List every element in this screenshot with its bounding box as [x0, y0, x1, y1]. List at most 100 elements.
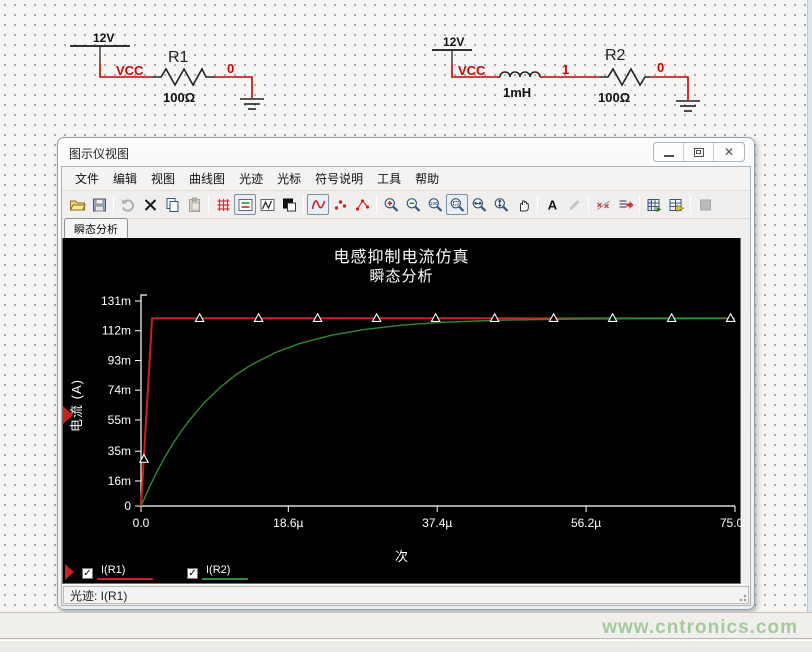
toolbar-separator: [537, 196, 538, 214]
legend: ✓ I(R1) ✓I(R2): [65, 564, 248, 580]
chart-area[interactable]: 电感抑制电流仿真 瞬态分析 131m112m93m74m55m35m16m00.…: [62, 238, 741, 584]
wire[interactable]: [650, 77, 688, 100]
save-icon[interactable]: [88, 194, 110, 215]
pan-icon[interactable]: [512, 194, 534, 215]
y-tick-label: 55m: [108, 413, 131, 427]
selected-trace-arrow-icon: [63, 406, 73, 424]
text-annotation-icon[interactable]: A: [541, 194, 563, 215]
legend-checkbox-I(R2)[interactable]: ✓: [187, 568, 198, 579]
legend-swatch: [202, 578, 248, 580]
toolbar-separator: [208, 196, 209, 214]
menu-item-edit[interactable]: 编辑: [106, 167, 144, 190]
toolbar-separator: [639, 196, 640, 214]
y-tick-label: 74m: [108, 383, 131, 397]
resistor-r1[interactable]: [152, 69, 215, 85]
toolbar-separator: [113, 196, 114, 214]
tab-transient-analysis[interactable]: 瞬态分析: [64, 218, 128, 238]
point-style-icon[interactable]: [329, 194, 351, 215]
menu-item-trace[interactable]: 光迹: [232, 167, 270, 190]
export-data-icon[interactable]: [614, 194, 636, 215]
workspace-scrollbar[interactable]: [807, 0, 812, 612]
open-icon[interactable]: [66, 194, 88, 215]
menu-bar: 文件编辑视图曲线图光迹光标符号说明工具帮助: [62, 167, 750, 191]
copy-icon[interactable]: [161, 194, 183, 215]
legend-selected-arrow-icon: [65, 564, 74, 580]
y-tick-label: 131m: [101, 294, 131, 308]
zoom-area-icon[interactable]: [446, 194, 468, 215]
stop-icon[interactable]: [694, 194, 716, 215]
menu-item-help[interactable]: 帮助: [408, 167, 446, 190]
y-tick-label: 112m: [102, 324, 131, 338]
net-label-1: 1: [562, 62, 569, 77]
status-text: 光迹: I(R1): [63, 586, 749, 604]
toolbar-separator: [690, 196, 691, 214]
zoom-y-icon[interactable]: [490, 194, 512, 215]
watermark: www.cntronics.com: [602, 617, 798, 639]
inductor-value: 1mH: [503, 85, 531, 100]
toolbar-separator: [376, 196, 377, 214]
line-style-icon[interactable]: [307, 194, 329, 215]
zoom-100-icon[interactable]: 100: [424, 194, 446, 215]
menu-item-tools[interactable]: 工具: [370, 167, 408, 190]
paste-icon[interactable]: [183, 194, 205, 215]
menu-item-cursor[interactable]: 光标: [270, 167, 308, 190]
x-tick-label: 37.4µ: [422, 516, 452, 530]
y-tick-label: 35m: [108, 444, 131, 458]
legend-label: I(R1): [97, 564, 153, 576]
svg-text:A: A: [547, 197, 557, 212]
schematic-canvas: 12V VCC R1 100Ω 0 12V VCC 1mH 1 R2 100Ω …: [0, 0, 812, 135]
menu-item-view[interactable]: 视图: [144, 167, 182, 190]
zoom-x-icon[interactable]: [468, 194, 490, 215]
legend-entry-I(R2): ✓I(R2): [187, 564, 248, 580]
trace-I(R1)[interactable]: [141, 318, 735, 506]
inductor-l1[interactable]: [500, 72, 540, 77]
close-button[interactable]: ✕: [714, 143, 744, 161]
draw-annotation-icon[interactable]: [563, 194, 585, 215]
show-legend-icon[interactable]: [234, 194, 256, 215]
toolbar-separator: [588, 196, 589, 214]
ground-symbol[interactable]: [240, 99, 264, 109]
window-titlebar[interactable]: 图示仪视图 ✕: [58, 138, 754, 166]
export-excel-icon[interactable]: [665, 194, 687, 215]
ground-symbol[interactable]: [676, 101, 700, 111]
circuit-left: 12V VCC R1 100Ω 0: [70, 31, 264, 109]
x-tick-label: 56.2µ: [571, 516, 601, 530]
show-axes-icon[interactable]: [256, 194, 278, 215]
x-tick-label: 75.0µ: [720, 516, 743, 530]
svg-text:100: 100: [430, 201, 438, 206]
supply-label: 12V: [93, 31, 114, 45]
circuit-right: 12V VCC 1mH 1 R2 100Ω 0: [432, 35, 700, 111]
menu-item-legend[interactable]: 符号说明: [308, 167, 370, 190]
net-label-0: 0: [657, 60, 664, 75]
trace-I(R2)[interactable]: [141, 318, 735, 506]
zoom-out-icon[interactable]: [402, 194, 424, 215]
resistor-ref: R2: [605, 47, 626, 64]
export-table-icon[interactable]: [643, 194, 665, 215]
y-tick-label: 0: [124, 499, 131, 513]
line-point-style-icon[interactable]: [351, 194, 373, 215]
resize-grip[interactable]: [737, 592, 747, 602]
menu-item-file[interactable]: 文件: [68, 167, 106, 190]
y-tick-label: 16m: [108, 474, 131, 488]
status-bar: 光迹: I(R1): [62, 584, 750, 605]
resistor-value: 100Ω: [598, 90, 630, 105]
minimize-button[interactable]: [654, 143, 684, 161]
resistor-value: 100Ω: [163, 90, 195, 105]
legend-checkbox-I(R1)[interactable]: ✓: [82, 568, 93, 579]
restore-button[interactable]: [684, 143, 714, 161]
legend-swatch: [97, 578, 153, 580]
tab-strip: 瞬态分析: [62, 219, 750, 238]
show-grid-icon[interactable]: [212, 194, 234, 215]
window-title: 图示仪视图: [69, 145, 129, 162]
net-label-0: 0: [227, 61, 234, 76]
zoom-in-icon[interactable]: [380, 194, 402, 215]
wire[interactable]: [215, 77, 252, 98]
menu-item-graph[interactable]: 曲线图: [182, 167, 232, 190]
cursors-icon[interactable]: [592, 194, 614, 215]
toolbar-separator: [303, 196, 304, 214]
resistor-r2[interactable]: [600, 69, 650, 85]
delete-icon[interactable]: [139, 194, 161, 215]
undo-icon[interactable]: [117, 194, 139, 215]
invert-colors-icon[interactable]: [278, 194, 300, 215]
net-label-vcc: VCC: [116, 63, 144, 78]
